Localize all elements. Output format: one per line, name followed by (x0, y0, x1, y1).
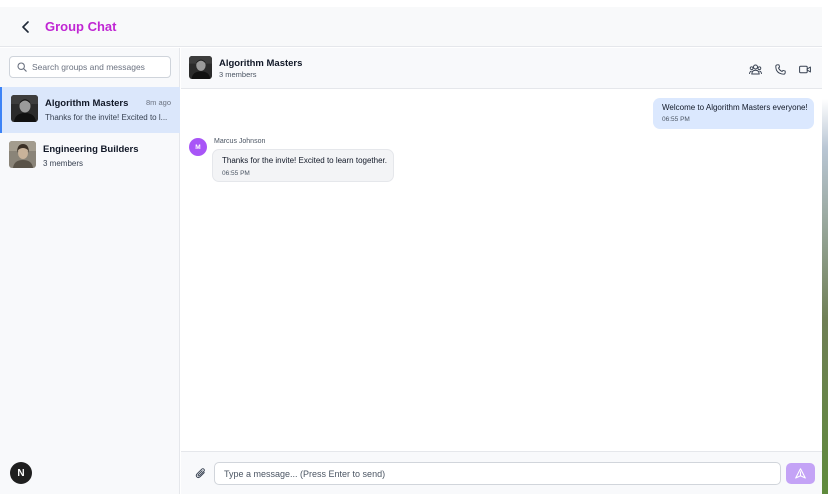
group-last-message: Thanks for the invite! Excited to l... (45, 113, 168, 122)
sender-name: Marcus Johnson (214, 138, 266, 145)
message-text: Welcome to Algorithm Masters everyone! (662, 103, 808, 112)
message-text: Thanks for the invite! Excited to learn … (222, 156, 387, 165)
video-icon (799, 65, 811, 73)
message-time: 06:55 PM (662, 116, 690, 123)
group-chat-app: Group Chat Algorithm Masters 8m ago (0, 0, 822, 494)
avatar: M (189, 138, 207, 156)
group-item-engineering-builders[interactable]: Engineering Builders 3 members (0, 133, 180, 179)
chevron-left-icon (22, 20, 29, 33)
paperclip-icon (195, 468, 205, 479)
call-button[interactable] (772, 61, 788, 77)
members-button[interactable] (747, 61, 763, 77)
dev-badge[interactable]: N (10, 462, 32, 484)
message-list: Welcome to Algorithm Masters everyone! 0… (181, 89, 822, 451)
search-box[interactable] (9, 56, 171, 78)
group-name: Engineering Builders (43, 144, 139, 155)
attach-button[interactable] (193, 466, 207, 480)
message-bubble-incoming: Thanks for the invite! Excited to learn … (212, 149, 394, 182)
page-title: Group Chat (45, 19, 117, 34)
group-avatar (11, 95, 38, 122)
group-sidebar: Algorithm Masters 8m ago Thanks for the … (0, 48, 180, 494)
chat-avatar (189, 56, 212, 79)
chat-member-count: 3 members (219, 70, 257, 79)
window-edge (822, 0, 828, 494)
top-bar: Group Chat (0, 7, 822, 47)
chat-header: Algorithm Masters 3 members (181, 48, 822, 89)
group-timestamp: 8m ago (145, 98, 171, 107)
chat-title: Algorithm Masters (219, 58, 303, 69)
message-bubble-outgoing: Welcome to Algorithm Masters everyone! 0… (653, 98, 814, 129)
search-icon (17, 62, 27, 72)
group-icon (748, 64, 762, 74)
message-composer (181, 451, 822, 494)
message-input[interactable] (214, 462, 781, 485)
message-time: 06:55 PM (222, 170, 250, 177)
video-call-button[interactable] (797, 61, 813, 77)
search-input[interactable] (32, 62, 162, 72)
group-avatar (9, 141, 36, 168)
group-item-algorithm-masters[interactable]: Algorithm Masters 8m ago Thanks for the … (0, 87, 180, 133)
phone-icon (774, 63, 786, 75)
back-button[interactable] (16, 17, 36, 37)
send-icon (795, 468, 806, 479)
group-member-count: 3 members (43, 159, 84, 168)
send-button[interactable] (786, 463, 815, 484)
group-name: Algorithm Masters (45, 98, 129, 109)
